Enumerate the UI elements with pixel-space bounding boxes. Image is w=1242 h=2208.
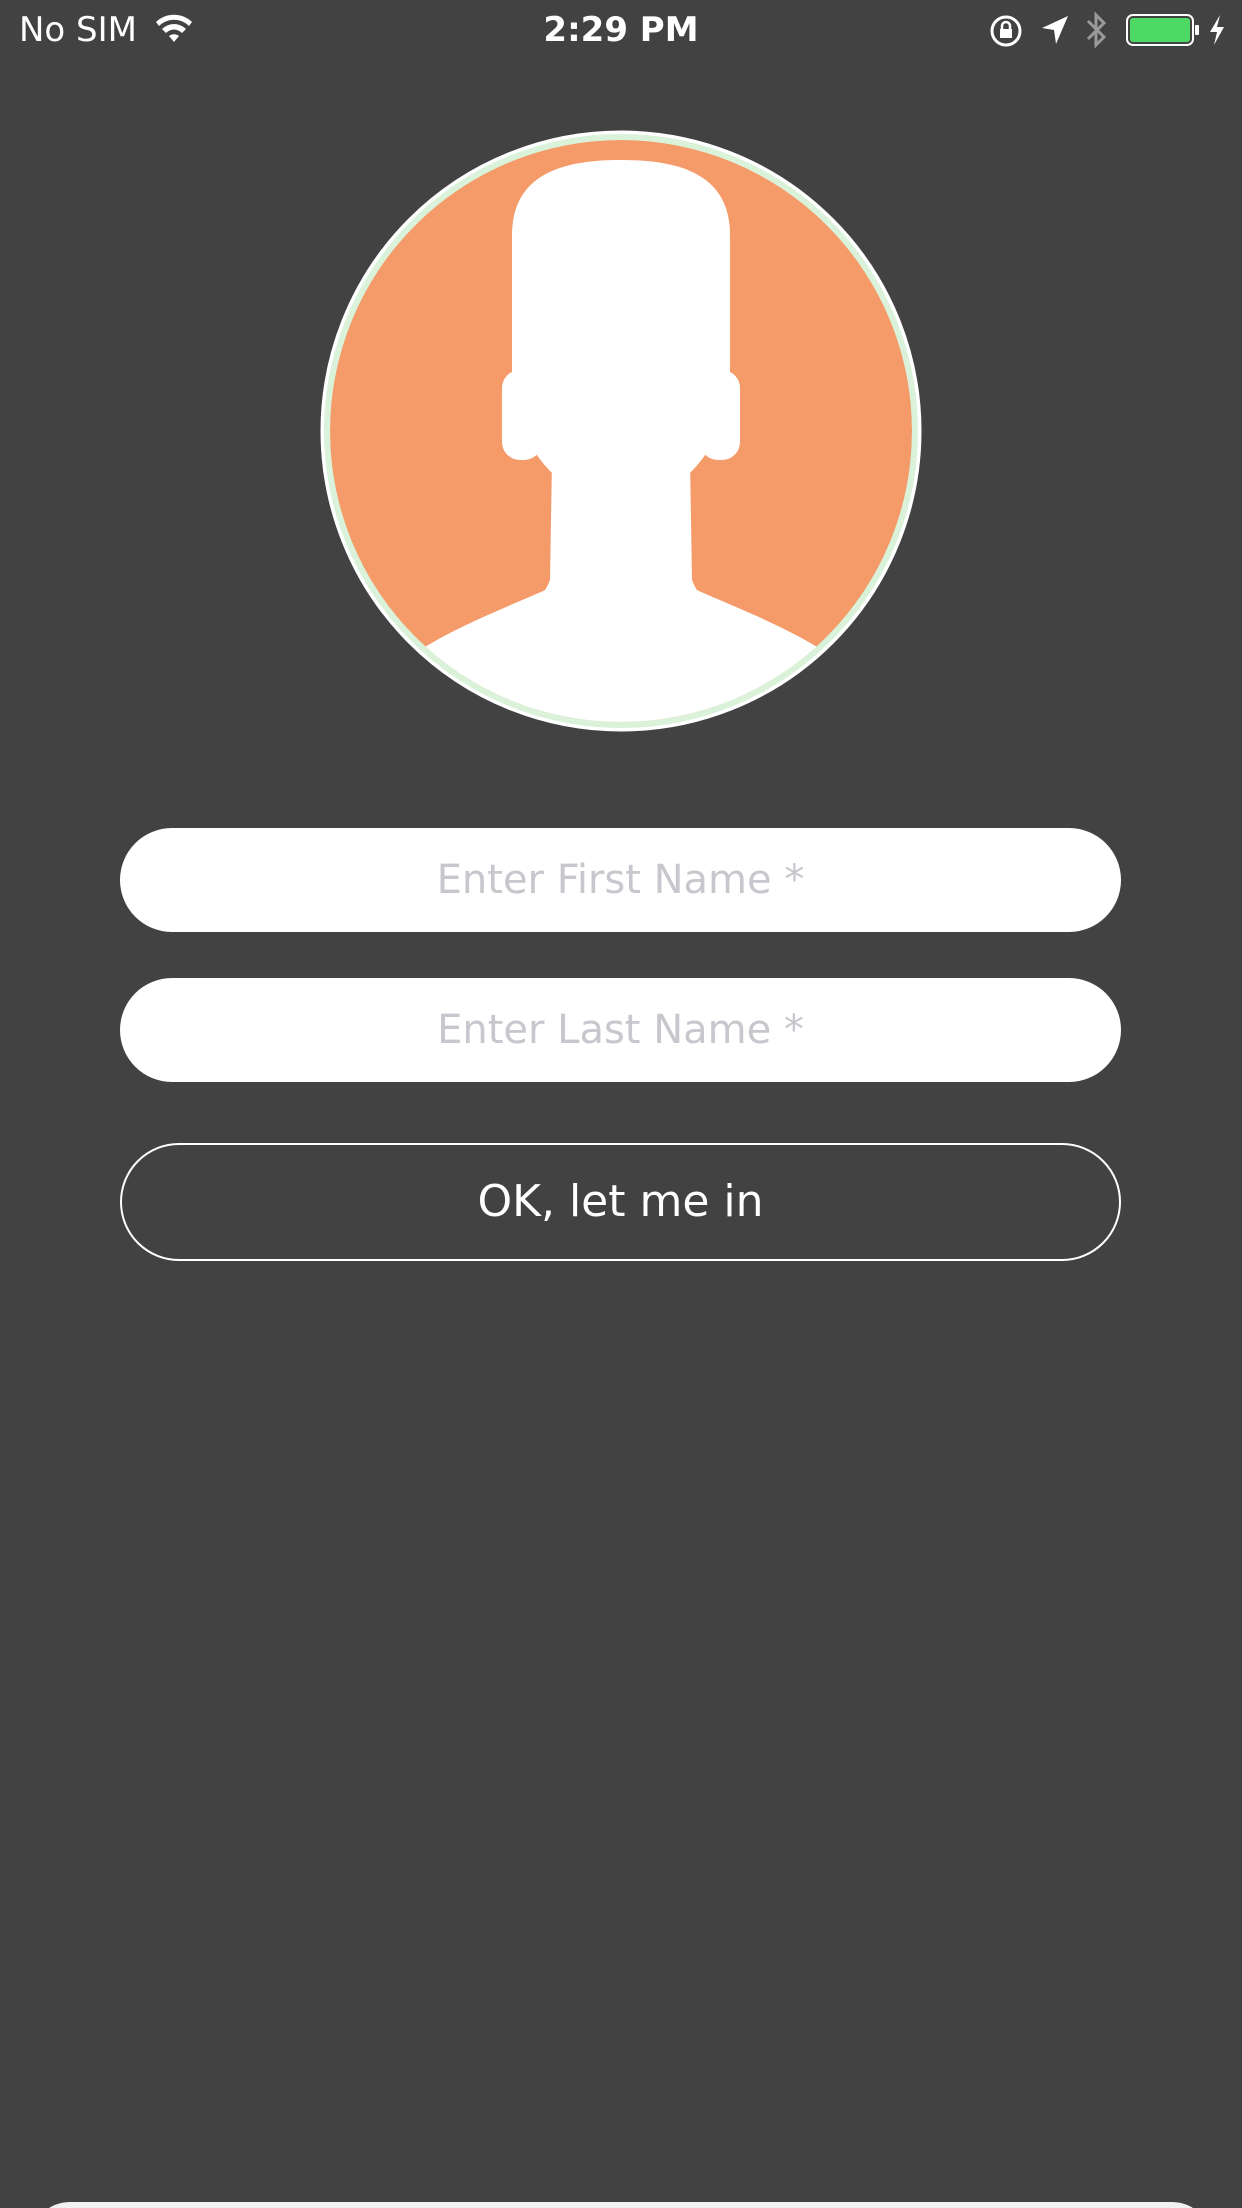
avatar[interactable] xyxy=(320,130,922,732)
bluetooth-icon xyxy=(1086,11,1107,49)
bottom-sheet-edge xyxy=(30,2202,1212,2208)
status-bar: No SIM 2:29 PM xyxy=(0,0,1242,60)
battery-icon xyxy=(1126,14,1199,46)
location-arrow-icon xyxy=(1042,16,1068,44)
first-name-field[interactable] xyxy=(120,828,1121,932)
last-name-field[interactable] xyxy=(120,978,1121,1082)
charging-bolt-icon xyxy=(1210,15,1224,45)
login-button[interactable]: OK, let me in xyxy=(120,1143,1121,1261)
orientation-lock-icon xyxy=(990,15,1022,47)
login-screen: No SIM 2:29 PM Enter First Name * Enter … xyxy=(0,0,1242,2208)
